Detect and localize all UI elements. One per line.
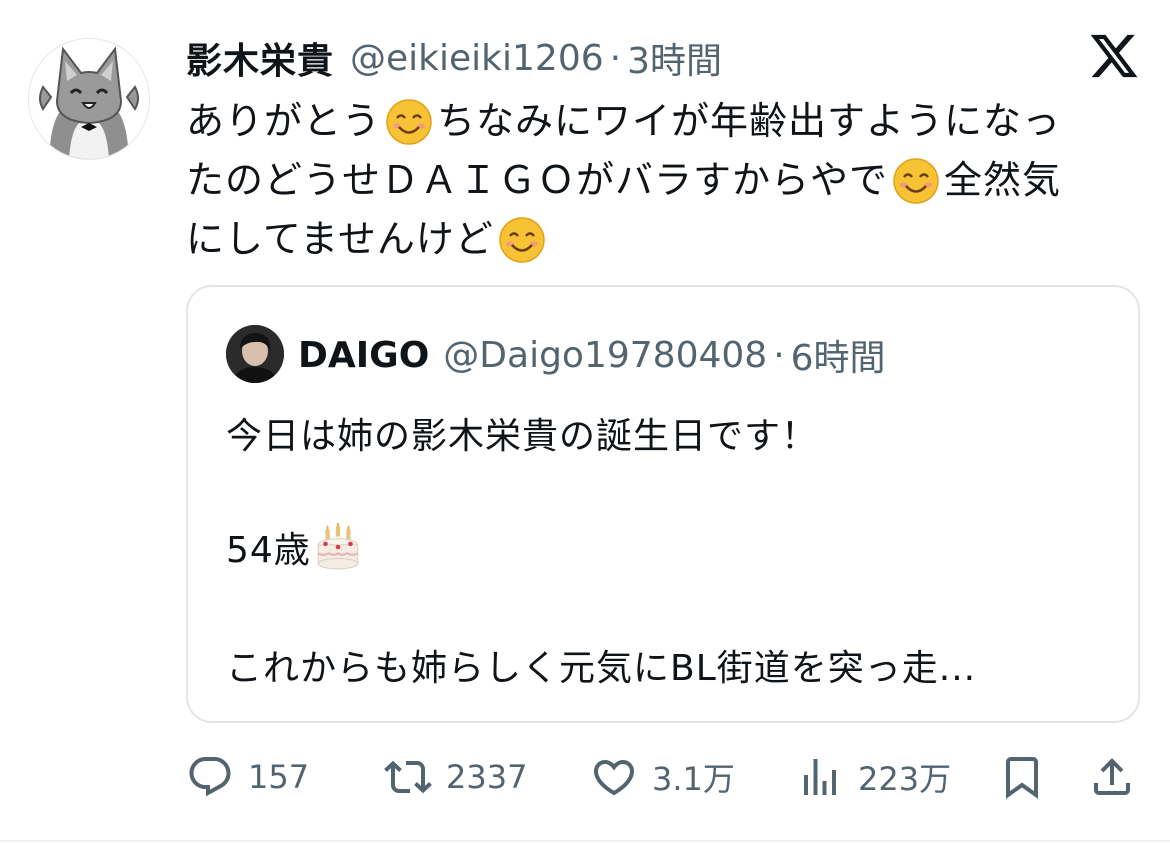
x-logo-icon[interactable]: [1088, 30, 1140, 82]
views-button[interactable]: 223万: [796, 748, 951, 806]
tweet-line: たのどうせＤＡＩＧＯがバラすからやで 全然気: [186, 151, 1146, 210]
person-avatar-icon: [226, 325, 284, 383]
bookmark-icon: [1006, 757, 1038, 799]
text-span: 全然気: [944, 158, 1062, 202]
retweet-count: 2337: [446, 758, 528, 796]
birthday-cake-icon: [317, 522, 359, 570]
text-span: ちなみにワイが年齢出すようになっ: [437, 99, 1062, 143]
quote-author-avatar[interactable]: [226, 325, 284, 383]
tweet-header: 影木栄貴 @eikieiki1206 · 3時間: [186, 28, 722, 88]
reply-button[interactable]: 157: [186, 748, 309, 806]
retweet-icon: [384, 760, 432, 794]
quote-text-line: これからも姉らしく元気にBL街道を突っ走...: [226, 648, 977, 689]
analytics-icon: [804, 759, 836, 795]
quote-tweet-card[interactable]: DAIGO @Daigo19780408 · 6時間 今日は姉の影木栄貴の誕生日…: [186, 285, 1140, 723]
smiling-face-icon: [386, 98, 432, 145]
share-button[interactable]: [1088, 748, 1150, 806]
smiling-face-icon: [499, 216, 545, 263]
cat-avatar-icon: [29, 39, 149, 159]
author-avatar[interactable]: [28, 38, 150, 160]
author-handle[interactable]: @eikieiki1206: [350, 38, 604, 79]
quote-author-name[interactable]: DAIGO: [298, 335, 429, 376]
reply-count: 157: [248, 758, 310, 796]
reply-icon: [189, 757, 231, 797]
bookmark-button[interactable]: [998, 748, 1060, 806]
text-span: たのどうせＤＡＩＧＯがバラすからやで: [186, 158, 889, 202]
quote-timestamp[interactable]: 6時間: [791, 329, 886, 381]
tweet-line: ありがとう ちなみにワイが年齢出すようになっ: [186, 92, 1146, 151]
heart-icon: [593, 760, 635, 796]
share-icon: [1094, 758, 1130, 795]
text-span: ありがとう: [186, 99, 382, 143]
quote-text-line: 54歳: [226, 519, 367, 575]
tweet-timestamp[interactable]: 3時間: [627, 32, 722, 84]
separator-dot: ·: [773, 334, 785, 376]
divider: [0, 840, 1170, 842]
like-count: 3.1万: [652, 760, 735, 798]
quote-author-handle[interactable]: @Daigo19780408: [443, 335, 767, 376]
separator-dot: ·: [609, 37, 622, 79]
tweet-text: ありがとう ちなみにワイが年齢出すようになっ たのどうせＤＡＩＧＯがバラすからや…: [186, 92, 1146, 269]
tweet-line: にしてませんけど: [186, 210, 1146, 269]
views-count: 223万: [858, 760, 952, 798]
age-text: 54歳: [226, 530, 311, 571]
quote-text-line: 今日は姉の影木栄貴の誕生日です！: [226, 416, 819, 457]
retweet-button[interactable]: 2337: [384, 748, 527, 806]
like-button[interactable]: 3.1万: [590, 748, 735, 806]
smiling-face-icon: [893, 157, 939, 204]
text-span: にしてませんけど: [186, 217, 494, 261]
quote-header: DAIGO @Daigo19780408 · 6時間: [298, 327, 886, 383]
author-name[interactable]: 影木栄貴: [186, 32, 334, 84]
